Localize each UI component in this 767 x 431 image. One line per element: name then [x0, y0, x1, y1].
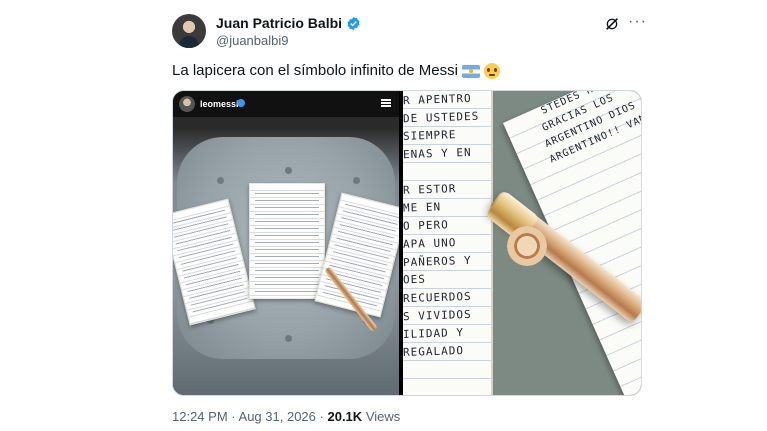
media-grid: leomessi R APENTRO DE USTEDES SIEMPRE EN…	[172, 90, 642, 396]
author-name-row: Juan Patricio Balbi	[216, 15, 361, 31]
pleading-face-icon	[483, 63, 500, 79]
argentina-flag-icon	[461, 64, 480, 78]
author-handle[interactable]: @juanbalbi9	[216, 33, 288, 48]
photo-left[interactable]: leomessi	[173, 91, 399, 395]
tweet: Juan Patricio Balbi @juanbalbi9 ··· La l…	[172, 0, 646, 431]
instagram-verified-icon	[237, 99, 245, 107]
meta-separator: ·	[231, 409, 236, 424]
tweet-time[interactable]: 12:24 PM	[172, 409, 228, 424]
meta-separator-2: ·	[319, 409, 324, 424]
tweet-date[interactable]: Aug 31, 2026	[239, 409, 316, 424]
author-display-name[interactable]: Juan Patricio Balbi	[216, 15, 342, 31]
infinity-emblem-icon	[507, 226, 547, 266]
instagram-header: leomessi	[173, 91, 399, 117]
letter-page-2	[249, 183, 325, 299]
tweet-text: La lapicera con el símbolo infinito de M…	[172, 61, 500, 81]
views-count: 20.1K	[327, 409, 363, 424]
verified-badge-icon	[347, 16, 360, 30]
tweet-meta: 12:24 PM · Aug 31, 2026 · 20.1K Views	[172, 409, 400, 424]
notebook-left-page: R APENTRO DE USTEDES SIEMPRE ENAS Y EN R…	[403, 91, 493, 395]
photo-right[interactable]: R APENTRO DE USTEDES SIEMPRE ENAS Y EN R…	[403, 91, 641, 395]
tweet-body: La lapicera con el símbolo infinito de M…	[172, 62, 458, 79]
menu-icon	[381, 99, 391, 107]
instagram-avatar	[179, 96, 195, 112]
views-label: Views	[365, 409, 401, 424]
author-avatar[interactable]	[172, 14, 206, 48]
more-icon[interactable]: ···	[628, 14, 647, 30]
instagram-username: leomessi	[200, 99, 239, 109]
grok-icon[interactable]	[604, 16, 620, 32]
